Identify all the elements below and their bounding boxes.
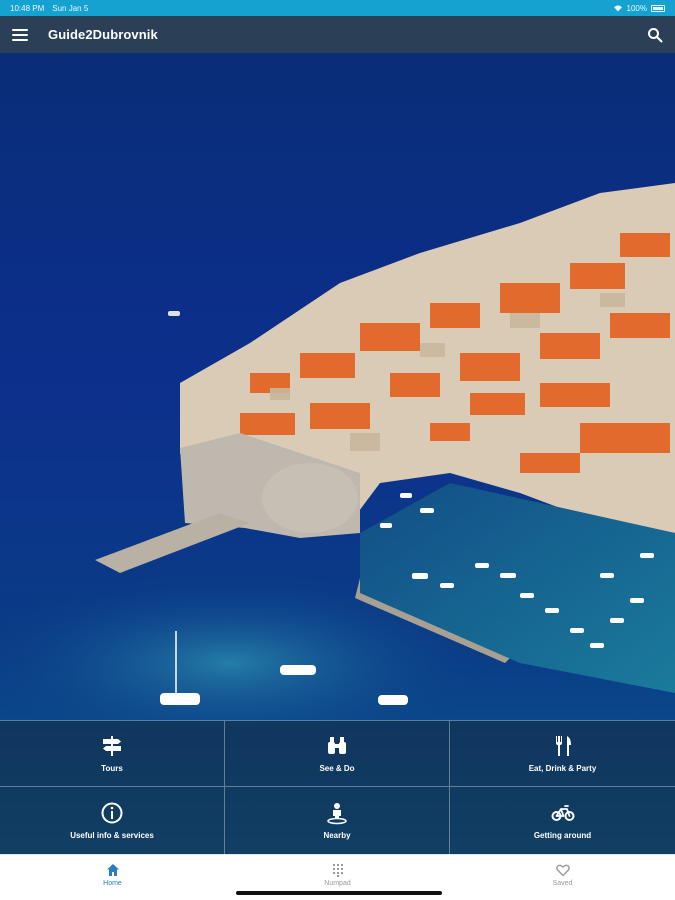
status-left: 10:48 PM Sun Jan 5 — [10, 4, 88, 13]
battery-percent: 100% — [626, 3, 647, 13]
battery-icon — [651, 4, 665, 12]
category-tiles: Tours See & Do Eat, Drink & Party Useful… — [0, 720, 675, 854]
nav-label: Home — [103, 879, 122, 887]
status-right: 100% — [613, 4, 665, 13]
signpost-icon — [103, 736, 121, 756]
person-pin-icon — [327, 803, 347, 825]
tile-tours[interactable]: Tours — [0, 720, 225, 787]
home-indicator — [236, 891, 442, 895]
bicycle-icon — [551, 805, 574, 821]
search-icon[interactable] — [647, 27, 663, 43]
tile-label: Nearby — [323, 831, 351, 840]
fork-knife-icon — [555, 736, 571, 756]
tile-label: Tours — [101, 764, 123, 773]
info-icon — [101, 802, 123, 824]
heart-icon — [555, 864, 570, 876]
status-date: Sun Jan 5 — [52, 3, 89, 13]
app-title: Guide2Dubrovnik — [48, 27, 158, 42]
tile-label: See & Do — [319, 764, 355, 773]
nav-saved[interactable]: Saved — [450, 855, 675, 900]
status-bar: 10:48 PM Sun Jan 5 100% — [0, 0, 675, 16]
menu-icon[interactable] — [12, 28, 28, 41]
numpad-icon — [332, 863, 343, 877]
wifi-icon — [613, 5, 622, 12]
app-root: 10:48 PM Sun Jan 5 100% Guide2Dubrovnik — [0, 0, 675, 900]
nav-label: Numpad — [324, 879, 351, 887]
status-time: 10:48 PM — [10, 3, 45, 13]
home-icon — [106, 863, 119, 876]
tile-eat-drink-party[interactable]: Eat, Drink & Party — [450, 720, 675, 787]
app-bar: Guide2Dubrovnik — [0, 16, 675, 53]
tile-nearby[interactable]: Nearby — [225, 787, 450, 854]
tile-label: Useful info & services — [70, 831, 154, 840]
nav-home[interactable]: Home — [0, 855, 225, 900]
tile-see-and-do[interactable]: See & Do — [225, 720, 450, 787]
nav-label: Saved — [552, 879, 573, 887]
tile-getting-around[interactable]: Getting around — [450, 787, 675, 854]
tile-label: Getting around — [533, 831, 592, 840]
tile-label: Eat, Drink & Party — [528, 764, 597, 773]
tile-useful-info[interactable]: Useful info & services — [0, 787, 225, 854]
binoculars-icon — [328, 737, 346, 754]
